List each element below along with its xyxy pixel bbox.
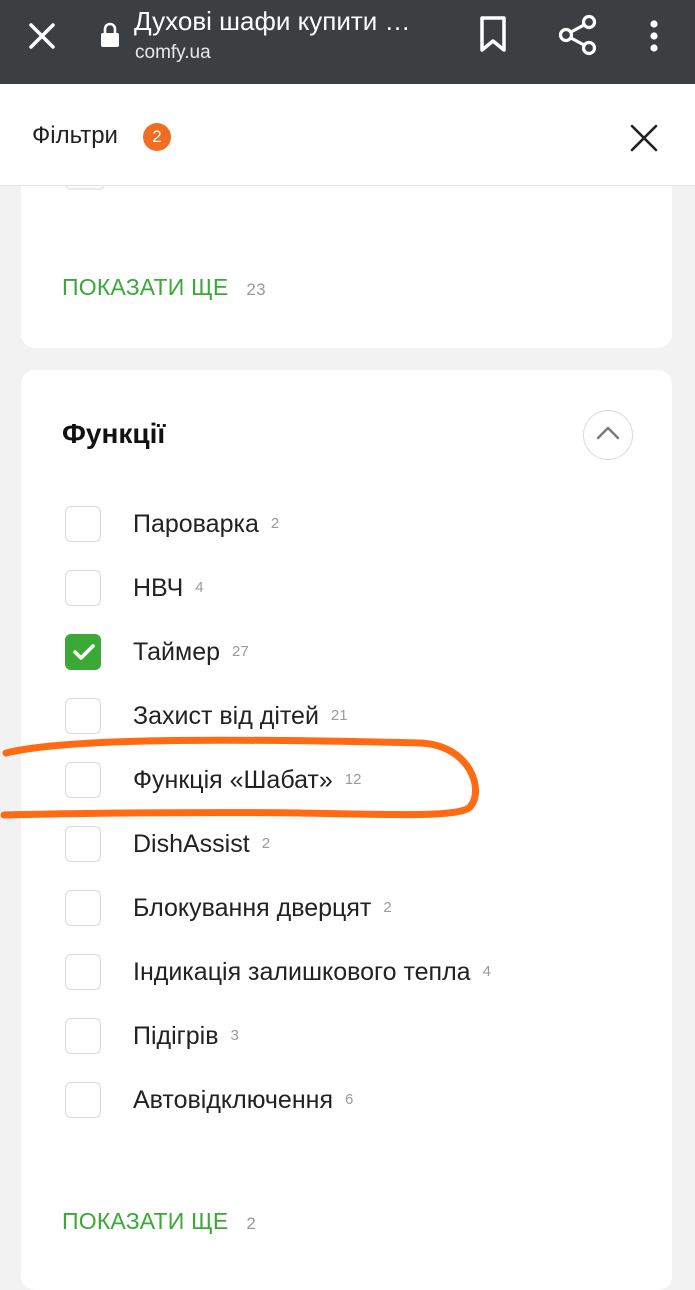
share-icon[interactable] bbox=[558, 14, 598, 56]
close-icon[interactable] bbox=[24, 18, 60, 54]
filter-option-door-lock[interactable]: Блокування дверцят 2 bbox=[65, 890, 625, 930]
show-more-label: ПОКАЗАТИ ЩЕ bbox=[62, 274, 229, 300]
filters-header: Фільтри 2 bbox=[0, 84, 695, 186]
filter-option-label: Захист від дітей 21 bbox=[133, 702, 348, 730]
filter-option-timer[interactable]: Таймер 27 bbox=[65, 634, 625, 674]
filter-option-label: Індикація залишкового тепла 4 bbox=[133, 958, 491, 986]
filter-option-count: 4 bbox=[195, 579, 204, 596]
filter-option-microwave[interactable]: НВЧ 4 bbox=[65, 570, 625, 610]
filter-option-count: 2 bbox=[383, 899, 392, 916]
collapse-button[interactable] bbox=[583, 410, 633, 460]
filter-option-sabbath[interactable]: Функція «Шабат» 12 bbox=[65, 762, 625, 802]
filter-option-label: Підігрів 3 bbox=[133, 1022, 239, 1050]
filter-option-label: Таймер 27 bbox=[133, 638, 249, 666]
filter-option-dishassist[interactable]: DishAssist 2 bbox=[65, 826, 625, 866]
more-vert-icon[interactable] bbox=[642, 16, 666, 56]
filter-option-count: 3 bbox=[230, 1027, 239, 1044]
checkbox[interactable] bbox=[65, 1018, 101, 1054]
checkbox[interactable] bbox=[65, 954, 101, 990]
filter-option-count: 4 bbox=[482, 963, 491, 980]
filter-option-steamer[interactable]: Пароварка 2 bbox=[65, 506, 625, 546]
checkbox[interactable] bbox=[65, 570, 101, 606]
filter-option-label: DishAssist 2 bbox=[133, 830, 271, 858]
filter-option-count: 6 bbox=[345, 1091, 354, 1108]
show-more-button[interactable]: ПОКАЗАТИ ЩЕ 2 bbox=[62, 1208, 256, 1235]
show-more-button[interactable]: ПОКАЗАТИ ЩЕ 23 bbox=[62, 274, 266, 301]
filter-option-child-lock[interactable]: Захист від дітей 21 bbox=[65, 698, 625, 738]
show-more-count: 23 bbox=[246, 280, 266, 299]
checkbox-checked[interactable] bbox=[65, 634, 101, 670]
check-icon bbox=[73, 644, 95, 660]
filter-option-count: 2 bbox=[270, 515, 280, 532]
filter-option-count: 21 bbox=[330, 707, 348, 724]
bookmark-icon[interactable] bbox=[476, 14, 510, 54]
filter-option-label: Автовідключення 6 bbox=[133, 1086, 354, 1114]
checkbox[interactable] bbox=[65, 698, 101, 734]
checkbox[interactable] bbox=[65, 890, 101, 926]
filter-option-count: 27 bbox=[232, 643, 249, 660]
checkbox[interactable] bbox=[65, 762, 101, 798]
filter-option-residual-heat[interactable]: Індикація залишкового тепла 4 bbox=[65, 954, 625, 994]
page-url[interactable]: comfy.ua bbox=[135, 42, 211, 64]
section-title: Функції bbox=[62, 418, 166, 449]
filters-title: Фільтри bbox=[32, 122, 118, 149]
page-title[interactable]: Духові шафи купити … bbox=[134, 6, 434, 37]
checkbox[interactable] bbox=[65, 1082, 101, 1118]
checkbox[interactable] bbox=[65, 506, 101, 542]
filter-option-label: Пароварка 2 bbox=[133, 510, 280, 538]
filter-option-auto-off[interactable]: Автовідключення 6 bbox=[65, 1082, 625, 1122]
close-filters-icon[interactable] bbox=[628, 122, 660, 154]
filter-option-label: Функція «Шабат» 12 bbox=[133, 766, 362, 794]
show-more-label: ПОКАЗАТИ ЩЕ bbox=[62, 1208, 229, 1234]
show-more-count: 2 bbox=[246, 1214, 257, 1233]
checkbox[interactable] bbox=[65, 826, 101, 862]
filter-option-label: Блокування дверцят 2 bbox=[133, 894, 392, 922]
filter-card-functions: Функції Пароварка 2 НВЧ 4 Таймер 27 Захист … bbox=[21, 370, 672, 1290]
chevron-up-icon bbox=[596, 426, 620, 440]
lock-icon bbox=[101, 22, 119, 47]
filter-option-warming[interactable]: Підігрів 3 bbox=[65, 1018, 625, 1058]
active-filters-badge: 2 bbox=[143, 123, 171, 151]
filter-option-count: 2 bbox=[261, 835, 271, 852]
browser-toolbar: Духові шафи купити … comfy.ua bbox=[0, 0, 695, 84]
filter-option-label: НВЧ 4 bbox=[133, 574, 204, 602]
filter-option-count: 12 bbox=[344, 771, 362, 788]
